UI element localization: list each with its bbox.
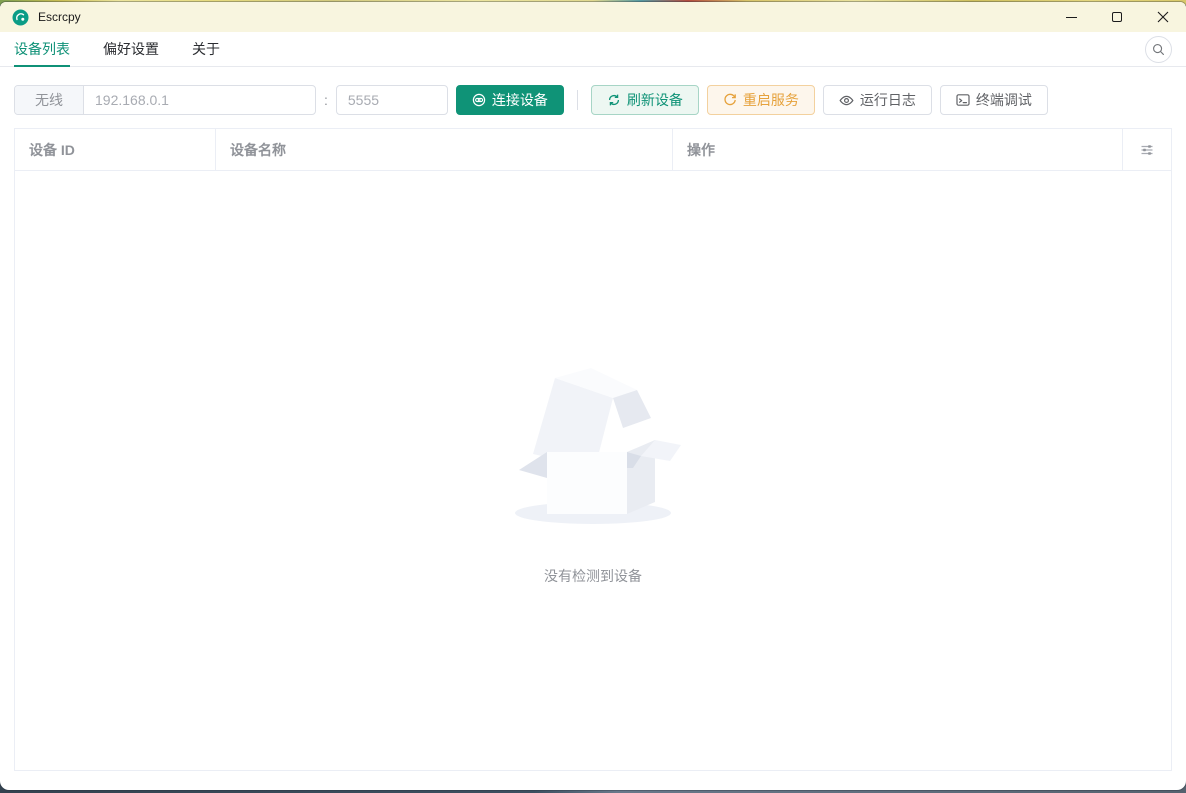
- tab-bar: 设备列表 偏好设置 关于: [0, 32, 1186, 67]
- device-table-header: 设备 ID 设备名称 操作: [15, 129, 1171, 171]
- button-label: 连接设备: [491, 92, 548, 108]
- column-settings-button[interactable]: [1123, 129, 1171, 170]
- close-icon: [1157, 11, 1169, 23]
- run-logs-button[interactable]: 运行日志: [822, 85, 932, 115]
- ip-address-input[interactable]: [84, 86, 315, 114]
- column-header-actions: 操作: [673, 129, 1123, 170]
- device-table: 设备 ID 设备名称 操作 没有检测到设备: [14, 128, 1172, 771]
- minimize-button[interactable]: [1048, 2, 1094, 32]
- wireless-mode-label[interactable]: 无线: [15, 86, 84, 114]
- eye-icon: [839, 95, 854, 105]
- titlebar[interactable]: Escrcpy: [0, 2, 1186, 32]
- search-button[interactable]: [1145, 35, 1172, 63]
- app-logo-icon: [12, 9, 29, 26]
- maximize-icon: [1112, 12, 1122, 22]
- window-controls: [1048, 2, 1186, 32]
- wireless-address-group: 无线: [14, 85, 316, 115]
- button-label: 运行日志: [859, 92, 916, 108]
- button-label: 重启服务: [742, 92, 799, 108]
- column-header-device-name: 设备名称: [216, 129, 673, 170]
- column-settings-icon: [1141, 144, 1153, 155]
- device-table-body: 没有检测到设备: [15, 171, 1171, 770]
- restart-service-button[interactable]: 重启服务: [706, 85, 815, 115]
- empty-box-illustration: [515, 367, 681, 524]
- toolbar-divider: [576, 90, 578, 110]
- maximize-button[interactable]: [1094, 2, 1140, 32]
- tab-about[interactable]: 关于: [192, 32, 220, 66]
- toolbar: 无线 : 连接设备 刷新设备: [0, 67, 1186, 115]
- tab-device-list[interactable]: 设备列表: [14, 32, 70, 67]
- port-separator: :: [324, 92, 328, 108]
- refresh-devices-button[interactable]: 刷新设备: [590, 85, 699, 115]
- connect-device-button[interactable]: 连接设备: [455, 85, 564, 115]
- tab-preferences[interactable]: 偏好设置: [103, 32, 159, 66]
- terminal-icon: [956, 94, 970, 106]
- terminal-debug-button[interactable]: 终端调试: [939, 85, 1048, 115]
- window-title: Escrcpy: [38, 10, 81, 24]
- app-window: Escrcpy 设备列表 偏好设置 关于 无线 192.168.0.1: 55…: [0, 2, 1186, 790]
- port-input[interactable]: [335, 85, 448, 115]
- refresh-icon: [608, 94, 619, 106]
- link-icon: [472, 93, 486, 107]
- search-icon: [1153, 43, 1164, 55]
- restart-icon: [724, 93, 736, 106]
- button-label: 刷新设备: [626, 92, 683, 108]
- empty-state: 没有检测到设备: [503, 356, 683, 586]
- minimize-icon: [1065, 16, 1077, 18]
- column-header-device-id: 设备 ID: [15, 129, 216, 170]
- button-label: 终端调试: [975, 92, 1032, 108]
- close-button[interactable]: [1140, 2, 1186, 32]
- empty-state-text: 没有检测到设备: [544, 567, 642, 584]
